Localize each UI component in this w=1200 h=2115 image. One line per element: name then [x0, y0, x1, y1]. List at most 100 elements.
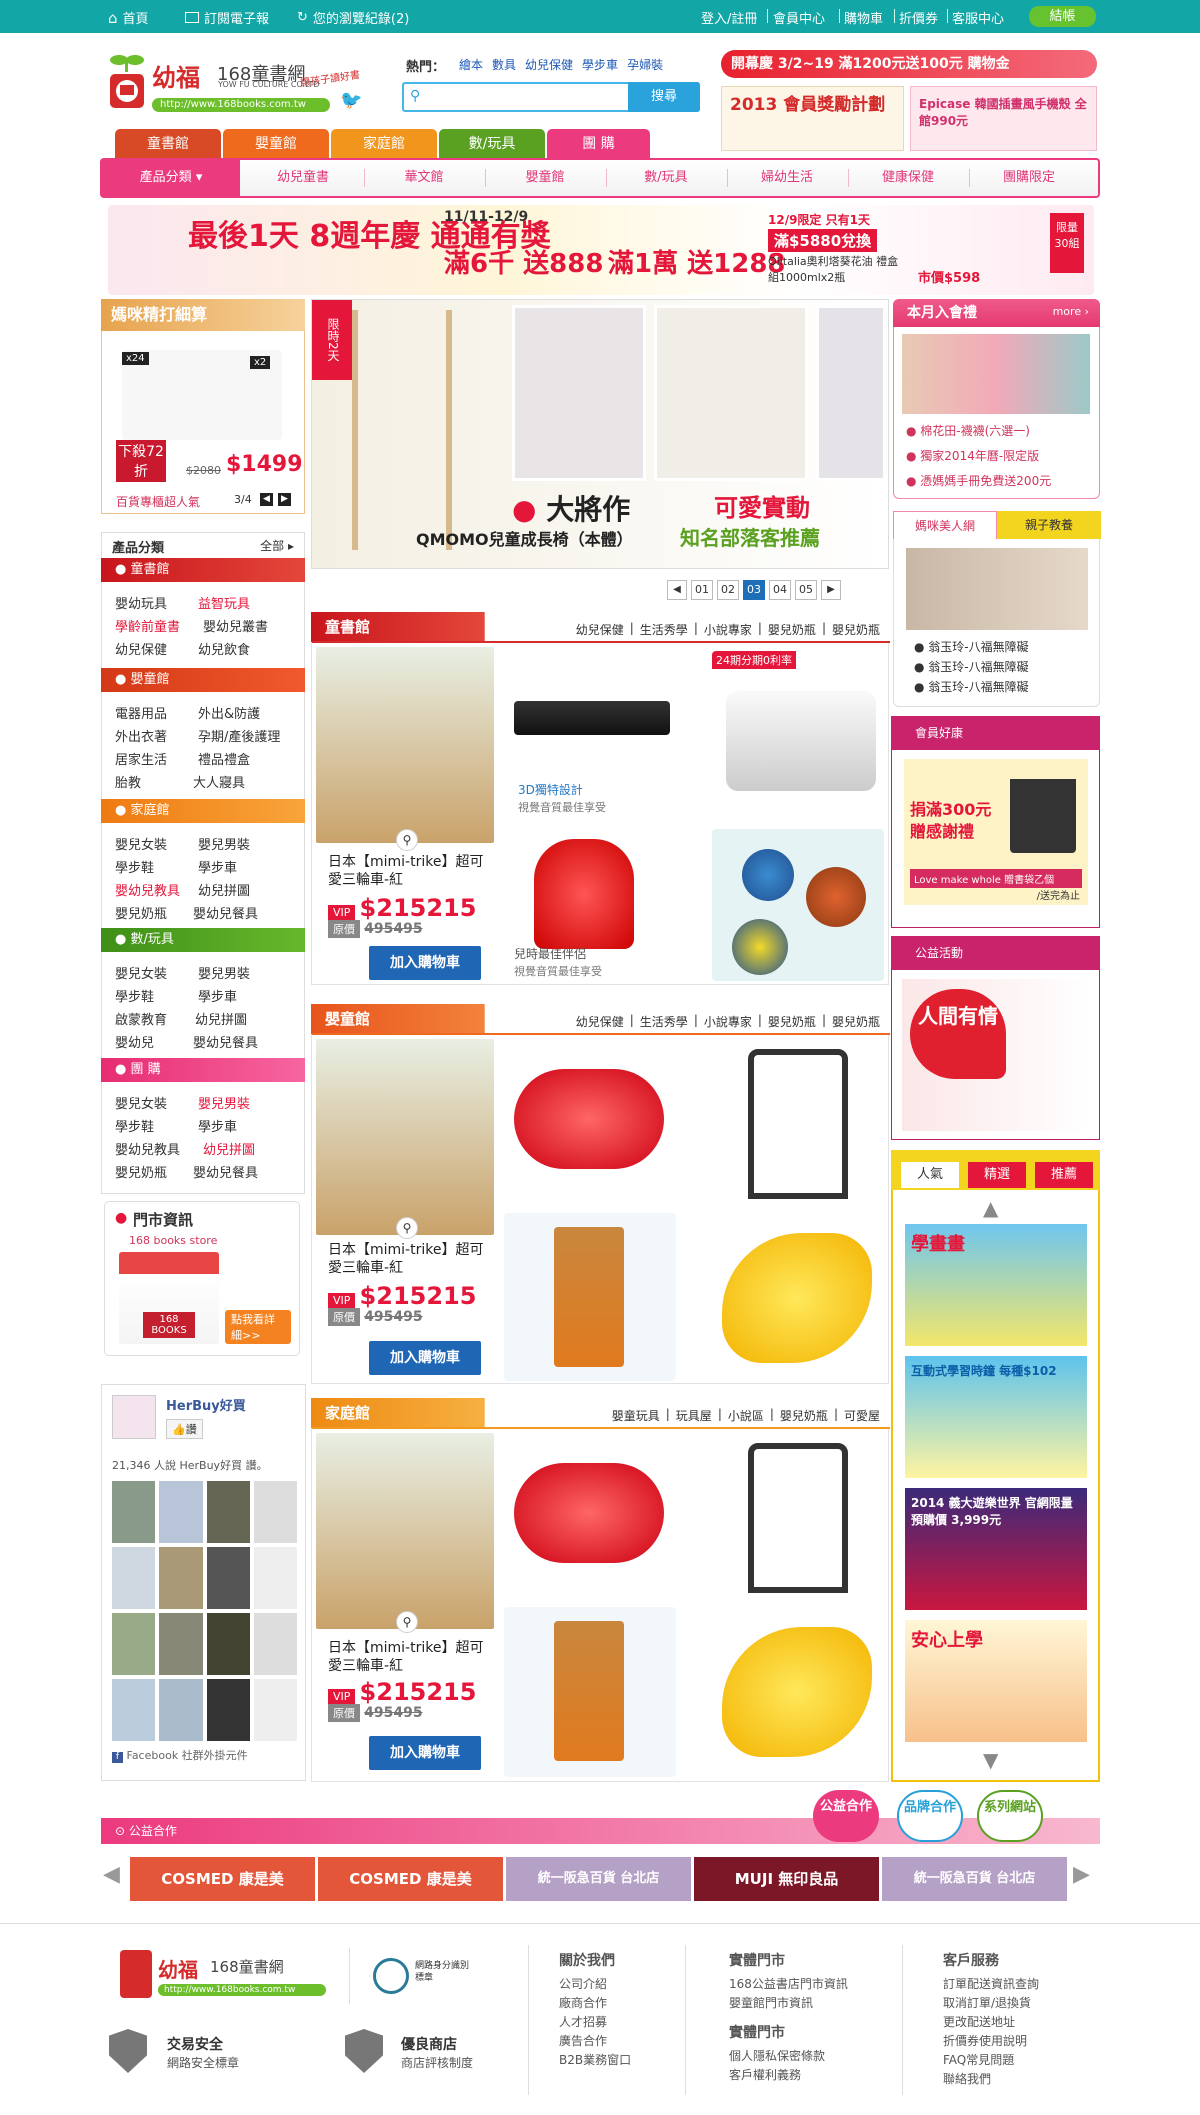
product-thumb[interactable] [504, 1433, 676, 1603]
product-thumb[interactable] [712, 1433, 884, 1603]
scroll-down-icon[interactable]: ▼ [983, 1748, 998, 1772]
fan-avatar[interactable] [253, 1679, 297, 1741]
sidebar-link[interactable]: 嬰幼兒餐具 [193, 903, 258, 922]
product-thumb[interactable] [504, 1607, 676, 1777]
rank-item[interactable]: 安心上學 [905, 1620, 1087, 1742]
footer-link[interactable]: 客戶權利義務 [729, 2066, 825, 2085]
sidebar-link[interactable]: 嬰幼兒教具 [115, 880, 180, 899]
section-link[interactable]: 可愛屋 [844, 1407, 880, 1424]
rank-tab-recommended[interactable]: 推薦 [1035, 1162, 1093, 1188]
add-to-cart-button[interactable]: 加入購物車 [369, 946, 481, 980]
newsletter-link[interactable]: 訂閱電子報 [185, 8, 269, 27]
footer-link[interactable]: B2B業務窗口 [559, 2051, 631, 2070]
partner-prev-icon[interactable]: ◀ [103, 1862, 120, 1887]
sidebar-link[interactable]: 啟蒙教育 [115, 1009, 167, 1028]
product-title[interactable]: 日本【mimi-trike】超可愛三輪車-紅 [328, 1241, 488, 1277]
sidebar-link[interactable]: 嬰兒男裝 [198, 834, 250, 853]
sidebar-link[interactable]: 外出&防護 [198, 703, 260, 722]
tab-parenting[interactable]: 親子教養 [997, 511, 1101, 539]
hot-term[interactable]: 幼兒保健 [525, 56, 573, 73]
gift-link[interactable]: ● 獨家2014年曆-限定版 [906, 447, 1039, 464]
search-button[interactable]: 搜尋 [628, 82, 700, 112]
nav-item[interactable]: 幼兒童書 [248, 160, 358, 196]
sidebar-link[interactable]: 胎教 [115, 772, 141, 791]
bubble-brand[interactable]: 品牌合作 [897, 1790, 963, 1842]
sidebar-link[interactable]: 學步鞋 [115, 857, 154, 876]
rank-tab-popular[interactable]: 人氣 [901, 1162, 959, 1188]
tab-beauty[interactable]: 媽咪美人網 [893, 511, 997, 539]
section-link[interactable]: 生活秀學 [640, 621, 688, 638]
fb-plugin-footer[interactable]: f Facebook 社群外掛元件 [112, 1747, 248, 1763]
bubble-sites[interactable]: 系列網站 [977, 1790, 1043, 1842]
news-link[interactable]: ● 翁玉玲-八福無障礙 [914, 638, 1029, 655]
gift-image[interactable] [902, 334, 1090, 414]
next-arrow-icon[interactable]: ▶ [278, 493, 291, 506]
member-offer-image[interactable]: 捐滿300元 贈感謝禮 Love make whole 贈書袋乙個 /送完為止 [904, 759, 1088, 905]
fan-avatar[interactable] [206, 1547, 250, 1609]
footer-link[interactable]: 折價券使用說明 [943, 2032, 1039, 2051]
sidebar-link[interactable]: 嬰幼兒餐具 [193, 1032, 258, 1051]
charity-image[interactable]: 人間有情 [902, 979, 1090, 1131]
product-thumb[interactable]: 3D獨特設計 視覺音質最佳享受 [504, 651, 676, 823]
product-menu-button[interactable]: 產品分類 ▾ [102, 160, 240, 196]
history-link[interactable]: ↻ 您的瀏覽紀錄(2) [297, 8, 409, 27]
hot-term[interactable]: 繪本 [459, 56, 483, 73]
sidebar-link[interactable]: 益智玩具 [198, 593, 250, 612]
sidebar-link[interactable]: 學步車 [198, 986, 237, 1005]
zoom-icon[interactable]: ⚲ [396, 1217, 418, 1239]
sidebar-link[interactable]: 孕期/產後護理 [198, 726, 280, 745]
fan-avatar[interactable] [112, 1679, 156, 1741]
logo-icon[interactable] [108, 52, 146, 114]
fan-avatar[interactable] [206, 1679, 250, 1741]
product-thumb[interactable] [712, 1039, 884, 1209]
add-to-cart-button[interactable]: 加入購物車 [369, 1736, 481, 1770]
product-image[interactable] [316, 1433, 494, 1629]
sidebar-link[interactable]: 居家生活 [115, 749, 167, 768]
sidebar-link[interactable]: 嬰幼兒 [115, 1032, 154, 1051]
footer-link[interactable]: 人才招募 [559, 2013, 631, 2032]
cart-link[interactable]: 購物車 [844, 8, 883, 27]
product-image[interactable] [316, 647, 494, 843]
promo-banner[interactable]: 最後1天 8週年慶 通通有獎 11/11-12/9 滿6千 送888 滿1萬 送… [108, 205, 1094, 295]
product-thumb[interactable] [504, 1039, 676, 1209]
pager-page-active[interactable]: 03 [743, 580, 765, 600]
footer-link[interactable]: 個人隱私保密條款 [729, 2047, 825, 2066]
section-link[interactable]: 小說區 [728, 1407, 764, 1424]
sidebar-link[interactable]: 外出衣著 [115, 726, 167, 745]
product-thumb[interactable]: 24期分期0利率 [712, 651, 884, 823]
footer-link[interactable]: 聯絡我們 [943, 2070, 1039, 2089]
sidebar-group-title[interactable]: ● 童書館 [101, 558, 305, 582]
product-title[interactable]: 日本【mimi-trike】超可愛三輪車-紅 [328, 853, 488, 889]
fan-avatar[interactable] [159, 1679, 203, 1741]
sidebar-group-title[interactable]: ● 嬰童館 [101, 668, 305, 692]
hot-term[interactable]: 數具 [492, 56, 516, 73]
partner-logo[interactable]: 統一阪急百貨 台北店 [506, 1857, 691, 1901]
gift-more-link[interactable]: more › [1053, 305, 1089, 318]
fan-avatar[interactable] [253, 1547, 297, 1609]
fan-avatar[interactable] [206, 1613, 250, 1675]
partner-next-icon[interactable]: ▶ [1073, 1862, 1090, 1887]
rank-item[interactable]: 互動式學習時鐘 每種$102 [905, 1356, 1087, 1478]
zoom-icon[interactable]: ⚲ [396, 1611, 418, 1633]
sidebar-link[interactable]: 嬰兒奶瓶 [115, 1162, 167, 1181]
sidebar-link[interactable]: 幼兒拼圖 [198, 880, 250, 899]
fan-avatar[interactable] [159, 1481, 203, 1543]
section-link[interactable]: 小說專家 [704, 1013, 752, 1030]
section-link[interactable]: 嬰兒奶瓶 [780, 1407, 828, 1424]
sidebar-link[interactable]: 嬰兒男裝 [198, 963, 250, 982]
partner-logo[interactable]: COSMED 康是美 [318, 1857, 503, 1901]
section-link[interactable]: 玩具屋 [676, 1407, 712, 1424]
section-link[interactable]: 幼兒保健 [576, 621, 624, 638]
tab-group-buy[interactable]: 團 購 [547, 129, 650, 159]
partner-logo[interactable]: 統一阪急百貨 台北店 [882, 1857, 1067, 1901]
footer-logo-icon[interactable] [120, 1950, 152, 1998]
section-link[interactable]: 幼兒保健 [576, 1013, 624, 1030]
product-thumb[interactable] [504, 1213, 676, 1381]
fan-avatar[interactable] [206, 1481, 250, 1543]
sidebar-link[interactable]: 幼兒拼圖 [203, 1139, 255, 1158]
sidebar-link[interactable]: 幼兒保健 [115, 639, 167, 658]
pager-page[interactable]: 02 [717, 580, 739, 600]
pager-page[interactable]: 01 [691, 580, 713, 600]
footer-link[interactable]: 取消訂單/退換貨 [943, 1994, 1039, 2013]
sidebar-link[interactable]: 嬰兒男裝 [198, 1093, 250, 1112]
